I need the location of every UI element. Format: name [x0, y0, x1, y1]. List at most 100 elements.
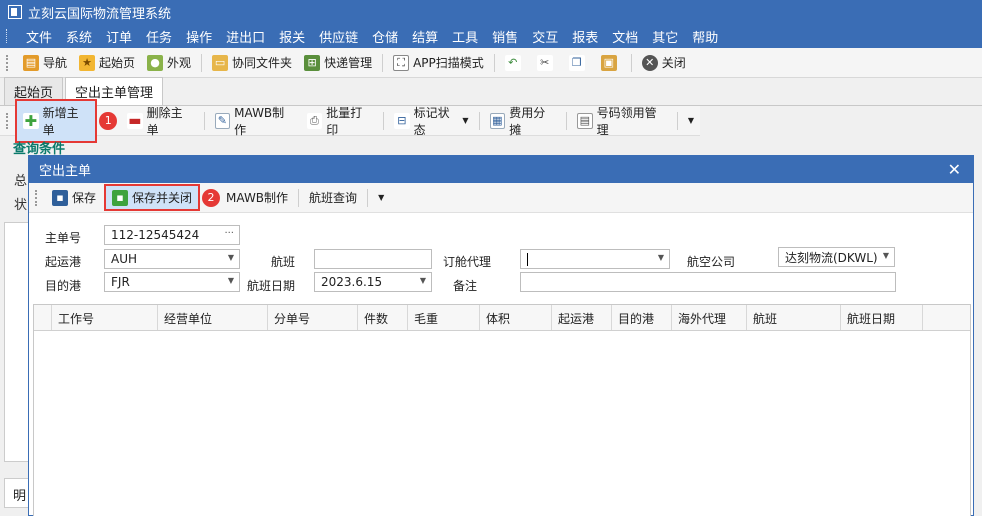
col-job-no[interactable]: 工作号	[52, 305, 158, 330]
app-scan-label: APP扫描模式	[413, 56, 484, 70]
add-master-button[interactable]: ✚ 新增主单	[14, 98, 98, 143]
step-badge-1: 1	[99, 111, 118, 130]
menu-reports[interactable]: 报表	[565, 27, 605, 46]
chevron-down-icon: ▼	[378, 193, 385, 202]
menu-interaction[interactable]: 交互	[525, 27, 565, 46]
home-button[interactable]: ★ 起始页	[73, 51, 141, 74]
booking-agent-label: 订舱代理	[443, 255, 492, 269]
app-scan-button[interactable]: ⛶ APP扫描模式	[387, 51, 490, 74]
background-list-panel	[4, 222, 30, 462]
dialog-title: 空出主单	[39, 164, 92, 179]
number-usage-button[interactable]: ▤ 号码领用管理	[571, 101, 673, 141]
origin-select[interactable]: AUH ▼	[104, 249, 240, 269]
mark-status-button[interactable]: ⊟ 标记状态 ▼	[388, 101, 474, 141]
toolbar-overflow-button[interactable]: ▼	[682, 113, 700, 128]
shared-folder-button[interactable]: ▭ 协同文件夹	[206, 51, 298, 74]
menu-file[interactable]: 文件	[19, 27, 59, 46]
save-label: 保存	[72, 191, 97, 205]
col-gross-weight[interactable]: 毛重	[408, 305, 480, 330]
master-bill-dialog: 空出主单 ✕ ▪ 保存 ▪ 保存并关闭 2 MAWB制作 航班查询 ▼ 主单号 11…	[28, 155, 974, 516]
chevron-down-icon: ▼	[227, 253, 234, 262]
col-house-no[interactable]: 分单号	[268, 305, 358, 330]
edit-form-icon: ✎	[214, 112, 231, 129]
origin-label: 起运港	[45, 255, 82, 269]
bg-fragment-status: 状	[14, 198, 28, 213]
cost-split-label: 费用分摊	[509, 105, 546, 137]
flight-query-button[interactable]: 航班查询	[303, 186, 363, 209]
ellipsis-icon[interactable]: ···	[224, 228, 234, 239]
menu-sales[interactable]: 销售	[485, 27, 525, 46]
nav-button[interactable]: ▤ 导航	[17, 51, 73, 74]
toolbar-separator	[367, 188, 369, 207]
scissors-icon: ✂	[536, 54, 553, 71]
flight-label: 航班	[271, 255, 296, 269]
toolbar-separator	[493, 53, 495, 72]
express-button[interactable]: ⊞ 快递管理	[298, 51, 378, 74]
airline-label: 航空公司	[687, 255, 736, 269]
dialog-toolbar-overflow[interactable]: ▼	[372, 190, 390, 205]
delete-master-label: 删除主单	[146, 105, 183, 137]
toolbar-separator	[298, 188, 300, 207]
toolbar-separator	[201, 53, 203, 72]
undo-icon: ↶	[504, 54, 521, 71]
cost-split-button[interactable]: ▦ 费用分摊	[484, 101, 562, 141]
plus-icon: ✚	[22, 111, 39, 130]
menu-warehouse[interactable]: 仓储	[365, 27, 405, 46]
save-and-close-button[interactable]: ▪ 保存并关闭	[104, 184, 201, 211]
menu-customs[interactable]: 报关	[272, 27, 312, 46]
menu-supply-chain[interactable]: 供应链	[312, 27, 365, 46]
dialog-mawb-button[interactable]: MAWB制作	[220, 186, 294, 209]
col-overseas-agent[interactable]: 海外代理	[672, 305, 747, 330]
menu-settlement[interactable]: 结算	[405, 27, 445, 46]
cut-button[interactable]: ✂	[531, 52, 563, 74]
toolbar-separator	[383, 111, 385, 130]
menu-tools[interactable]: 工具	[445, 27, 485, 46]
col-destination[interactable]: 目的港	[612, 305, 672, 330]
menu-operation[interactable]: 操作	[179, 27, 219, 46]
delete-master-button[interactable]: ▬ 删除主单	[121, 101, 199, 141]
grid-header: 工作号 经营单位 分单号 件数 毛重 体积 起运港 目的港 海外代理 航班 航班…	[34, 305, 970, 331]
palette-icon: ●	[147, 54, 164, 71]
col-origin[interactable]: 起运港	[552, 305, 612, 330]
booking-agent-select[interactable]: ▼	[520, 249, 670, 269]
menu-documents[interactable]: 文档	[605, 27, 645, 46]
dest-select[interactable]: FJR ▼	[104, 272, 240, 292]
close-button[interactable]: ✕ 关闭	[636, 51, 692, 74]
airline-select[interactable]: 达刻物流(DKWL) ▼	[778, 247, 895, 267]
dialog-close-icon[interactable]: ✕	[948, 160, 961, 179]
app-logo-icon	[8, 5, 22, 19]
remark-input[interactable]	[520, 272, 896, 292]
col-flight[interactable]: 航班	[747, 305, 841, 330]
menu-order[interactable]: 订单	[99, 27, 139, 46]
menu-help[interactable]: 帮助	[685, 27, 725, 46]
batch-print-button[interactable]: ⎙ 批量打印	[301, 101, 379, 141]
add-master-label: 新增主单	[42, 105, 79, 137]
col-pieces[interactable]: 件数	[358, 305, 408, 330]
col-business-unit[interactable]: 经营单位	[158, 305, 268, 330]
dialog-toolbar: ▪ 保存 ▪ 保存并关闭 2 MAWB制作 航班查询 ▼	[29, 183, 973, 213]
skin-button[interactable]: ● 外观	[141, 51, 197, 74]
col-volume[interactable]: 体积	[480, 305, 552, 330]
save-button[interactable]: ▪ 保存	[46, 186, 102, 209]
mawb-label: MAWB制作	[234, 105, 285, 137]
mawb-button[interactable]: ✎ MAWB制作	[209, 101, 301, 141]
undo-button[interactable]: ↶	[499, 52, 531, 74]
flight-date-picker[interactable]: 2023.6.15 ▼	[314, 272, 432, 292]
mark-status-label: 标记状态	[413, 105, 450, 137]
col-flight-date[interactable]: 航班日期	[841, 305, 923, 330]
shared-folder-label: 协同文件夹	[232, 56, 293, 70]
paste-button[interactable]: ▣	[595, 52, 627, 74]
flight-input[interactable]	[314, 249, 432, 269]
copy-icon: ❐	[568, 54, 585, 71]
master-no-field[interactable]: 112-12545424 ···	[104, 225, 240, 245]
chevron-down-icon: ▼	[419, 276, 426, 285]
nav-label: 导航	[43, 56, 68, 70]
menu-import-export[interactable]: 进出口	[219, 27, 272, 46]
menu-other[interactable]: 其它	[645, 27, 685, 46]
document-icon: ▤	[576, 112, 593, 129]
copy-button[interactable]: ❐	[563, 52, 595, 74]
menu-system[interactable]: 系统	[59, 27, 99, 46]
bg-fragment-detail[interactable]: 明	[4, 478, 30, 508]
table-icon: ▦	[489, 112, 506, 129]
menu-task[interactable]: 任务	[139, 27, 179, 46]
